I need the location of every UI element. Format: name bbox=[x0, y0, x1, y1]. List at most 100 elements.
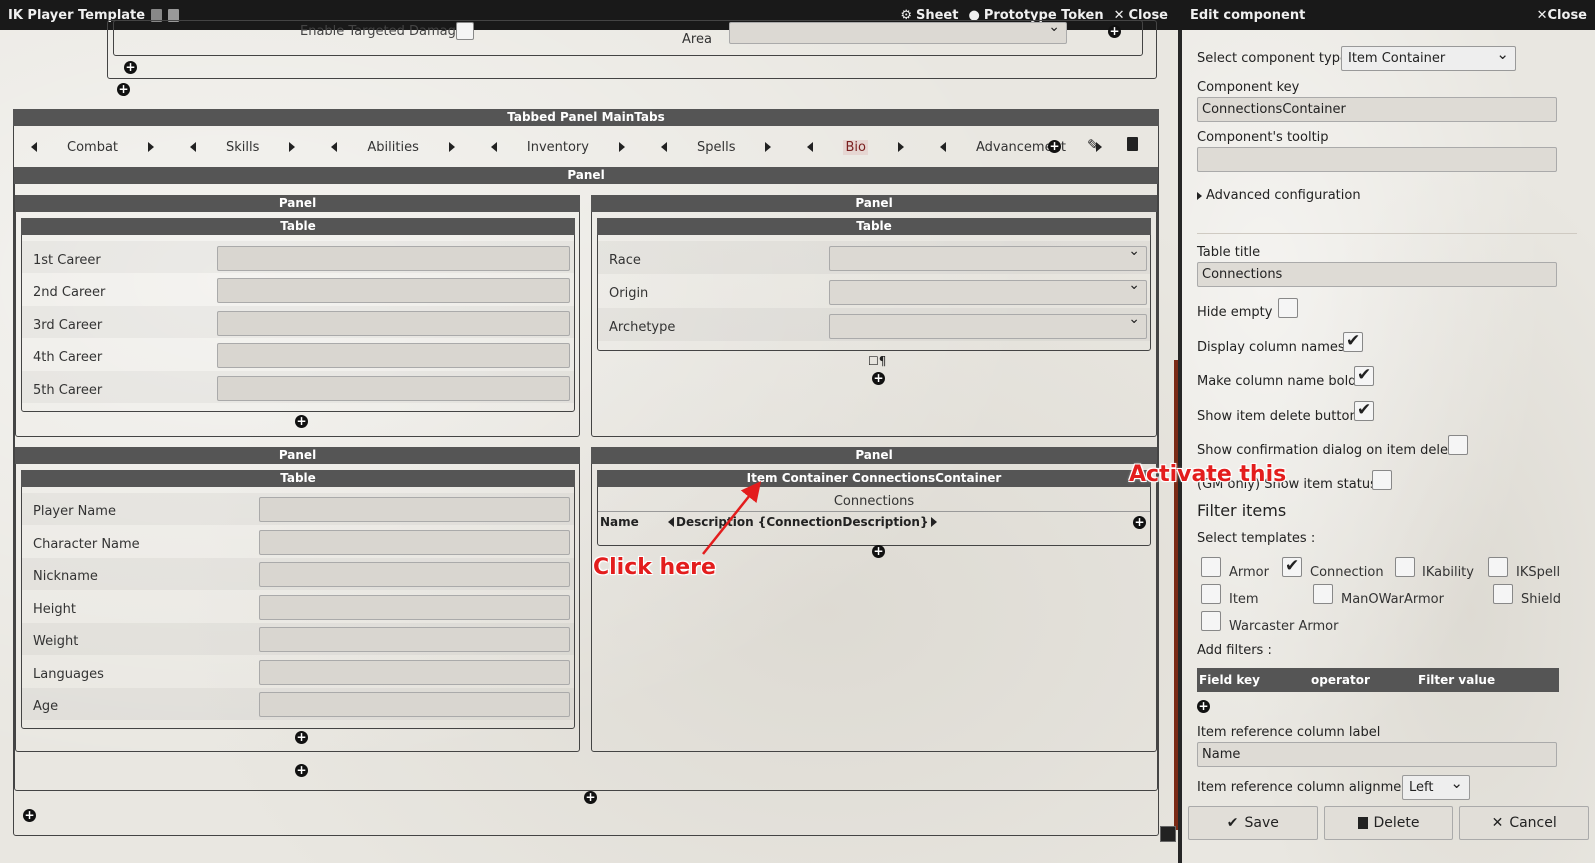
table-title-input[interactable]: Connections bbox=[1197, 262, 1557, 287]
add-tab-icon[interactable]: + bbox=[1048, 140, 1061, 153]
add-filter-icon[interactable]: + bbox=[1197, 700, 1210, 713]
origin-select[interactable] bbox=[829, 277, 1147, 305]
add-component-icon[interactable]: + bbox=[584, 791, 597, 804]
component-key-input[interactable]: ConnectionsContainer bbox=[1197, 97, 1557, 122]
tab-label: Skills bbox=[226, 139, 260, 155]
tab-skills[interactable]: Skills bbox=[190, 139, 296, 155]
component-type-select[interactable]: Item Container bbox=[1341, 45, 1516, 71]
template-item-checkbox[interactable] bbox=[1201, 584, 1221, 604]
template-shield-checkbox[interactable] bbox=[1493, 584, 1513, 604]
add-component-icon[interactable]: + bbox=[295, 764, 308, 777]
ref-column-label-input[interactable]: Name bbox=[1197, 742, 1557, 767]
move-right-icon[interactable] bbox=[448, 142, 455, 152]
tab-combat[interactable]: Combat bbox=[31, 140, 155, 155]
career-2-field[interactable] bbox=[217, 278, 570, 303]
delete-button[interactable]: Delete bbox=[1323, 806, 1454, 840]
editor-close-label: Close bbox=[1547, 7, 1587, 23]
panel-personal-title: Panel bbox=[15, 447, 580, 464]
template-armor-checkbox[interactable] bbox=[1201, 557, 1221, 577]
tab-abilities[interactable]: Abilities bbox=[331, 140, 455, 155]
move-right-icon[interactable] bbox=[148, 142, 155, 152]
close-icon: ✕ bbox=[1536, 7, 1548, 23]
archetype-select[interactable] bbox=[829, 311, 1147, 339]
targeted-damage-checkbox[interactable] bbox=[456, 22, 474, 40]
character-name-field[interactable] bbox=[259, 530, 570, 555]
add-row-icon[interactable]: + bbox=[124, 61, 137, 74]
move-left-icon[interactable] bbox=[31, 142, 37, 152]
show-delete-label: Show item delete button bbox=[1197, 409, 1358, 424]
column-description-header[interactable]: Description {ConnectionDescription} bbox=[668, 515, 937, 529]
trash-icon[interactable] bbox=[1127, 137, 1138, 151]
template-manowararmor-checkbox[interactable] bbox=[1313, 584, 1333, 604]
move-left-icon[interactable] bbox=[668, 517, 674, 527]
tab-advancement[interactable]: Advancement bbox=[939, 140, 1102, 155]
template-connection-checkbox[interactable] bbox=[1282, 556, 1302, 577]
filter-items-heading: Filter items bbox=[1197, 501, 1287, 520]
show-status-checkbox[interactable] bbox=[1372, 470, 1392, 490]
template-ikability-checkbox[interactable] bbox=[1395, 557, 1415, 577]
career-5-label: 5th Career bbox=[33, 383, 103, 398]
weight-field[interactable] bbox=[259, 627, 570, 652]
add-field-icon[interactable]: + bbox=[1108, 25, 1121, 38]
advanced-config-toggle[interactable]: Advanced configuration bbox=[1197, 188, 1361, 203]
sheet-body: Enable Targeted Damage Area + + + Tabbed… bbox=[0, 19, 1182, 863]
nickname-label: Nickname bbox=[33, 569, 98, 584]
tab-inventory[interactable]: Inventory bbox=[490, 140, 625, 155]
divider bbox=[1197, 233, 1577, 234]
editor-close-button[interactable]: ✕Close bbox=[1537, 8, 1587, 23]
height-field[interactable] bbox=[259, 595, 570, 620]
tab-spells[interactable]: Spells bbox=[660, 140, 772, 155]
panel-connections-title: Panel bbox=[591, 447, 1157, 464]
add-row-icon[interactable]: + bbox=[872, 372, 885, 385]
template-ikability-label: IKability bbox=[1422, 565, 1474, 580]
move-left-icon[interactable] bbox=[807, 142, 814, 152]
move-right-icon[interactable] bbox=[289, 142, 296, 152]
career-1-field[interactable] bbox=[217, 246, 570, 271]
tab-label-active: Bio bbox=[843, 139, 868, 155]
move-left-icon[interactable] bbox=[490, 142, 497, 152]
template-warcaster-armor-checkbox[interactable] bbox=[1201, 611, 1221, 631]
add-row-icon[interactable]: + bbox=[295, 731, 308, 744]
move-right-icon[interactable] bbox=[765, 142, 772, 152]
area-select[interactable] bbox=[729, 19, 1067, 44]
item-container-title[interactable]: Item Container ConnectionsContainer bbox=[597, 470, 1151, 487]
add-component-icon[interactable]: + bbox=[117, 83, 130, 96]
move-left-icon[interactable] bbox=[939, 142, 946, 152]
move-left-icon[interactable] bbox=[660, 142, 667, 152]
add-row-icon[interactable]: + bbox=[872, 545, 885, 558]
tooltip-input[interactable] bbox=[1197, 147, 1557, 172]
move-left-icon[interactable] bbox=[190, 142, 197, 152]
add-row-icon[interactable]: + bbox=[295, 415, 308, 428]
move-left-icon[interactable] bbox=[331, 142, 338, 152]
display-column-names-checkbox[interactable] bbox=[1343, 331, 1363, 352]
career-5-field[interactable] bbox=[217, 376, 570, 401]
race-select[interactable] bbox=[829, 243, 1147, 271]
template-ikspell-checkbox[interactable] bbox=[1488, 557, 1508, 577]
nickname-field[interactable] bbox=[259, 562, 570, 587]
add-column-icon[interactable]: + bbox=[1133, 516, 1146, 529]
area-label: Area bbox=[682, 32, 712, 47]
panel-careers-title: Panel bbox=[15, 195, 580, 212]
origin-label: Origin bbox=[609, 286, 649, 301]
hide-empty-checkbox[interactable] bbox=[1278, 298, 1298, 318]
confirm-delete-checkbox[interactable] bbox=[1448, 435, 1468, 455]
age-field[interactable] bbox=[259, 692, 570, 717]
bold-column-names-checkbox[interactable] bbox=[1354, 365, 1374, 386]
template-warcaster-armor-label: Warcaster Armor bbox=[1229, 619, 1339, 634]
player-name-field[interactable] bbox=[259, 497, 570, 522]
edit-icon[interactable]: ✎ bbox=[1087, 136, 1100, 154]
ref-column-align-select[interactable]: Left bbox=[1402, 774, 1470, 800]
move-right-icon[interactable] bbox=[930, 517, 937, 527]
tab-bio[interactable]: Bio bbox=[807, 139, 904, 155]
save-button[interactable]: ✔ Save bbox=[1188, 806, 1318, 840]
career-3-field[interactable] bbox=[217, 311, 570, 336]
format-icons[interactable]: ☐¶ bbox=[868, 354, 886, 368]
show-delete-checkbox[interactable] bbox=[1354, 400, 1374, 421]
add-component-icon[interactable]: + bbox=[23, 809, 36, 822]
cancel-button[interactable]: ✕ Cancel bbox=[1459, 806, 1590, 840]
languages-field[interactable] bbox=[259, 660, 570, 685]
career-4-field[interactable] bbox=[217, 343, 570, 368]
move-right-icon[interactable] bbox=[618, 142, 625, 152]
move-right-icon[interactable] bbox=[897, 142, 904, 152]
resize-handle-icon[interactable] bbox=[1160, 826, 1176, 842]
